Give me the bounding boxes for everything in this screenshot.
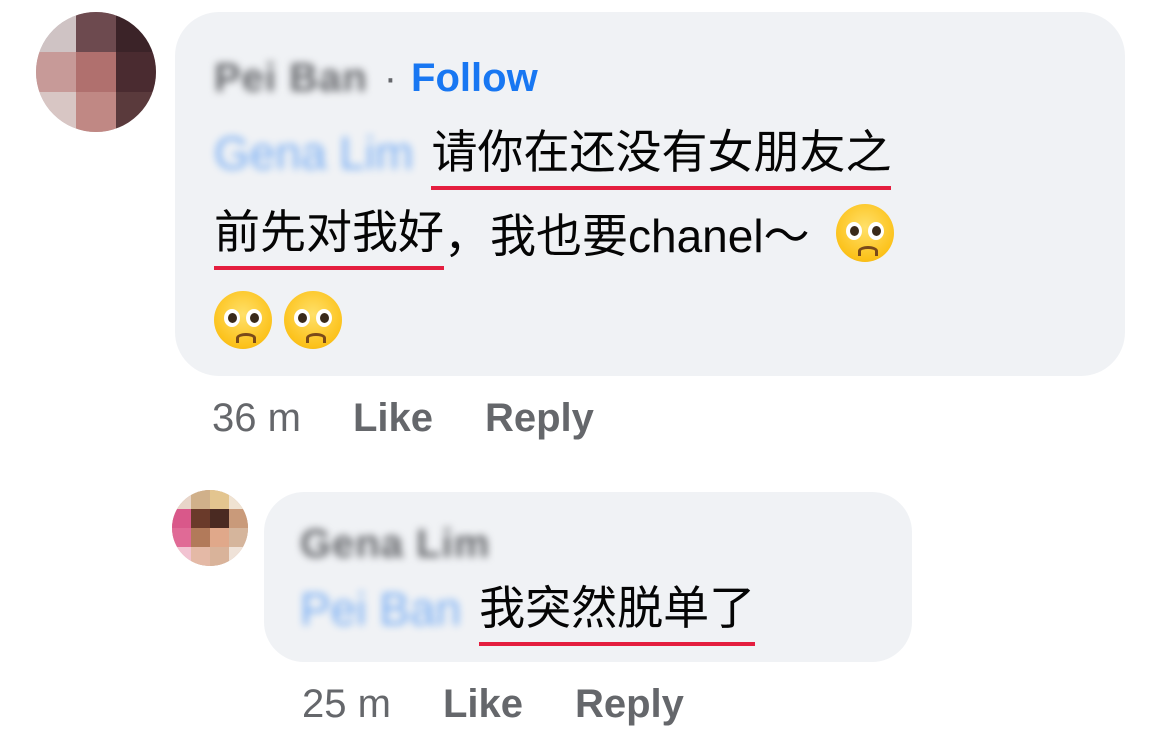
- comment-text-line-2: 前先对我好 ，我也要chanel～: [214, 196, 894, 270]
- pleading-face-icon: [284, 291, 342, 349]
- like-button[interactable]: Like: [443, 682, 523, 727]
- avatar[interactable]: [172, 490, 248, 566]
- avatar-image: [36, 12, 156, 132]
- pleading-face-icon: [214, 291, 272, 349]
- comment-text-underlined-1: 请你在还没有女朋友之: [431, 116, 892, 190]
- comment-text-underlined-2: 前先对我好: [214, 196, 444, 270]
- follow-button[interactable]: Follow: [411, 56, 538, 101]
- timestamp[interactable]: 25 m: [302, 682, 391, 727]
- pleading-face-icon: [835, 204, 894, 262]
- avatar[interactable]: [36, 12, 156, 132]
- reply-actions: 25 m Like Reply: [302, 682, 684, 727]
- timestamp[interactable]: 36 m: [212, 396, 301, 441]
- mention-link[interactable]: Pei Ban: [300, 582, 461, 636]
- comment-header: Pei Ban · Follow: [214, 52, 538, 104]
- author-name[interactable]: Gena Lim: [300, 522, 490, 567]
- reply-header: Gena Lim: [300, 518, 490, 570]
- avatar-image: [172, 490, 248, 566]
- reply-button[interactable]: Reply: [575, 682, 684, 727]
- comment-actions: 36 m Like Reply: [212, 396, 594, 441]
- comment-text-line-1: Gena Lim 请你在还没有女朋友之: [214, 116, 892, 190]
- comment-text-rest: ，我也要chanel～: [444, 210, 810, 262]
- mention-link[interactable]: Gena Lim: [214, 126, 413, 180]
- like-button[interactable]: Like: [353, 396, 433, 441]
- reply-button[interactable]: Reply: [485, 396, 594, 441]
- comment-emoji-line: [214, 290, 342, 350]
- author-name[interactable]: Pei Ban: [214, 56, 368, 101]
- reply-text-line: Pei Ban 我突然脱单了: [300, 572, 756, 646]
- reply-text-underlined: 我突然脱单了: [479, 572, 756, 646]
- separator-dot: ·: [383, 55, 398, 100]
